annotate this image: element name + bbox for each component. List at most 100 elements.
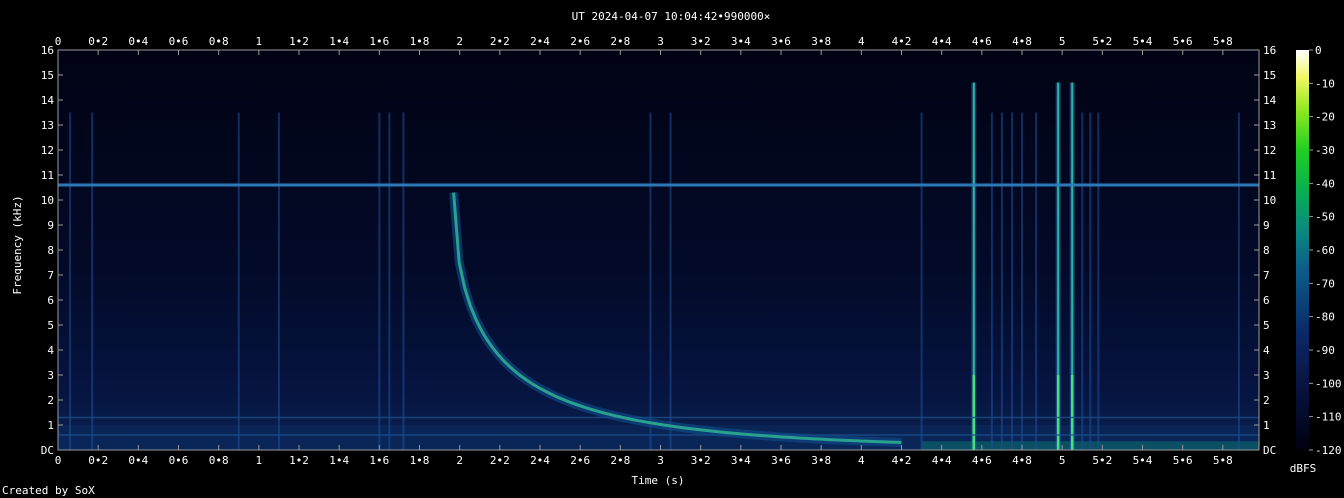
y-tick-label-right: 8 [1263, 244, 1270, 257]
x-tick-label-bottom: 2•6 [570, 454, 590, 467]
x-tick-label-bottom: 3•4 [731, 454, 751, 467]
x-tick-label-bottom: 0•8 [209, 454, 229, 467]
colorbar [1296, 50, 1309, 450]
x-tick-label-top: 2•8 [610, 35, 630, 48]
x-tick-label-bottom: 1•6 [369, 454, 389, 467]
x-tick-label-bottom: 0•2 [88, 454, 108, 467]
x-tick-label-top: 2•4 [530, 35, 550, 48]
y-tick-label-right: 6 [1263, 294, 1270, 307]
x-tick-label-top: 3•2 [691, 35, 711, 48]
colorbar-tick-label: -20 [1315, 111, 1335, 124]
y-tick-label-right: 13 [1263, 119, 1276, 132]
x-tick-label-top: 4•8 [1012, 35, 1032, 48]
x-tick-label-bottom: 1•4 [329, 454, 349, 467]
x-tick-label-top: 0 [55, 35, 62, 48]
x-tick-label-top: 5•2 [1092, 35, 1112, 48]
x-tick-label-top: 5•6 [1173, 35, 1193, 48]
x-tick-label-top: 3•4 [731, 35, 751, 48]
y-tick-label-left: 5 [47, 319, 54, 332]
y-tick-label-right: 7 [1263, 269, 1270, 282]
colorbar-label: dBFS [1290, 462, 1317, 475]
x-axis-title: Time (s) [632, 474, 685, 487]
colorbar-tick-label: -50 [1315, 211, 1335, 224]
y-tick-label-left: 2 [47, 394, 54, 407]
x-tick-label-bottom: 3•2 [691, 454, 711, 467]
x-tick-label-top: 1•2 [289, 35, 309, 48]
y-tick-label-left: 14 [41, 94, 55, 107]
x-tick-label-bottom: 1•2 [289, 454, 309, 467]
x-tick-label-top: 3•8 [811, 35, 831, 48]
y-tick-label-left: 4 [47, 344, 54, 357]
y-tick-label-left: 9 [47, 219, 54, 232]
y-axis-title: Frequency (kHz) [11, 195, 24, 294]
colorbar-tick-label: -60 [1315, 244, 1335, 257]
credit-text: Created by SoX [2, 484, 95, 497]
x-tick-label-top: 3 [657, 35, 664, 48]
x-tick-label-bottom: 4•2 [892, 454, 912, 467]
colorbar-axis: 0 -10 -20 -30 -40 -50 -60 -70 -80 -90 -100 -110 -120 [1309, 44, 1342, 457]
colorbar-tick-label: -90 [1315, 344, 1335, 357]
y-tick-label-right: DC [1263, 444, 1276, 457]
y-tick-label-right: 5 [1263, 319, 1270, 332]
x-tick-label-top: 4•4 [932, 35, 952, 48]
y-tick-label-left: 12 [41, 144, 54, 157]
x-tick-label-bottom: 4 [858, 454, 865, 467]
x-tick-label-top: 4 [858, 35, 865, 48]
y-tick-label-left: 16 [41, 44, 54, 57]
colorbar-tick-label: -80 [1315, 311, 1335, 324]
y-tick-label-left: 8 [47, 244, 54, 257]
x-tick-label-top: 1•4 [329, 35, 349, 48]
x-tick-label-bottom: 1•8 [410, 454, 430, 467]
colorbar-tick-label: -40 [1315, 177, 1335, 190]
x-tick-label-bottom: 4•6 [972, 454, 992, 467]
x-tick-label-top: 4•2 [892, 35, 912, 48]
x-tick-label-bottom: 2•4 [530, 454, 550, 467]
x-tick-label-bottom: 0 [55, 454, 62, 467]
y-tick-label-right: 11 [1263, 169, 1276, 182]
y-tick-label-left: 1 [47, 419, 54, 432]
colorbar-tick-label: -120 [1315, 444, 1342, 457]
y-tick-label-left: 15 [41, 69, 54, 82]
x-tick-label-bottom: 3•8 [811, 454, 831, 467]
x-tick-label-bottom: 5•4 [1133, 454, 1153, 467]
spectrogram-chart: 000•20•20•40•40•60•60•80•8111•21•21•41•4… [11, 10, 1342, 487]
y-tick-label-right: 15 [1263, 69, 1276, 82]
x-tick-label-top: 2•2 [490, 35, 510, 48]
x-tick-label-bottom: 2•8 [610, 454, 630, 467]
y-tick-label-right: 10 [1263, 194, 1276, 207]
x-tick-label-top: 0•8 [209, 35, 229, 48]
y-tick-label-right: 9 [1263, 219, 1270, 232]
y-tick-label-left: 7 [47, 269, 54, 282]
x-tick-label-top: 0•2 [88, 35, 108, 48]
x-tick-label-top: 5•4 [1133, 35, 1153, 48]
colorbar-tick-label: -30 [1315, 144, 1335, 157]
colorbar-tick-label: -100 [1315, 377, 1342, 390]
x-tick-label-top: 3•6 [771, 35, 791, 48]
y-tick-label-left: 11 [41, 169, 54, 182]
y-tick-label-right: 12 [1263, 144, 1276, 157]
x-tick-label-top: 1•6 [369, 35, 389, 48]
y-tick-label-left: 6 [47, 294, 54, 307]
x-tick-label-top: 1•8 [410, 35, 430, 48]
y-tick-label-left: 3 [47, 369, 54, 382]
y-tick-label-right: 1 [1263, 419, 1270, 432]
x-tick-label-top: 0•4 [128, 35, 148, 48]
y-tick-label-right: 14 [1263, 94, 1277, 107]
x-tick-label-bottom: 5•2 [1092, 454, 1112, 467]
x-tick-label-bottom: 5•6 [1173, 454, 1193, 467]
y-tick-label-right: 4 [1263, 344, 1270, 357]
x-tick-label-bottom: 0•4 [128, 454, 148, 467]
x-tick-label-bottom: 4•8 [1012, 454, 1032, 467]
y-tick-label-right: 2 [1263, 394, 1270, 407]
colorbar-tick-label: -70 [1315, 277, 1335, 290]
y-tick-label-right: 16 [1263, 44, 1276, 57]
x-tick-label-bottom: 5•8 [1213, 454, 1233, 467]
chart-title: UT 2024-04-07 10:04:42•990000× [572, 10, 771, 23]
colorbar-tick-label: -110 [1315, 411, 1342, 424]
x-tick-label-top: 2 [456, 35, 463, 48]
colorbar-tick-label: 0 [1315, 44, 1322, 57]
x-tick-label-bottom: 1 [256, 454, 263, 467]
colorbar-tick-label: -10 [1315, 77, 1335, 90]
y-tick-label-left: 13 [41, 119, 54, 132]
x-tick-label-bottom: 2•2 [490, 454, 510, 467]
